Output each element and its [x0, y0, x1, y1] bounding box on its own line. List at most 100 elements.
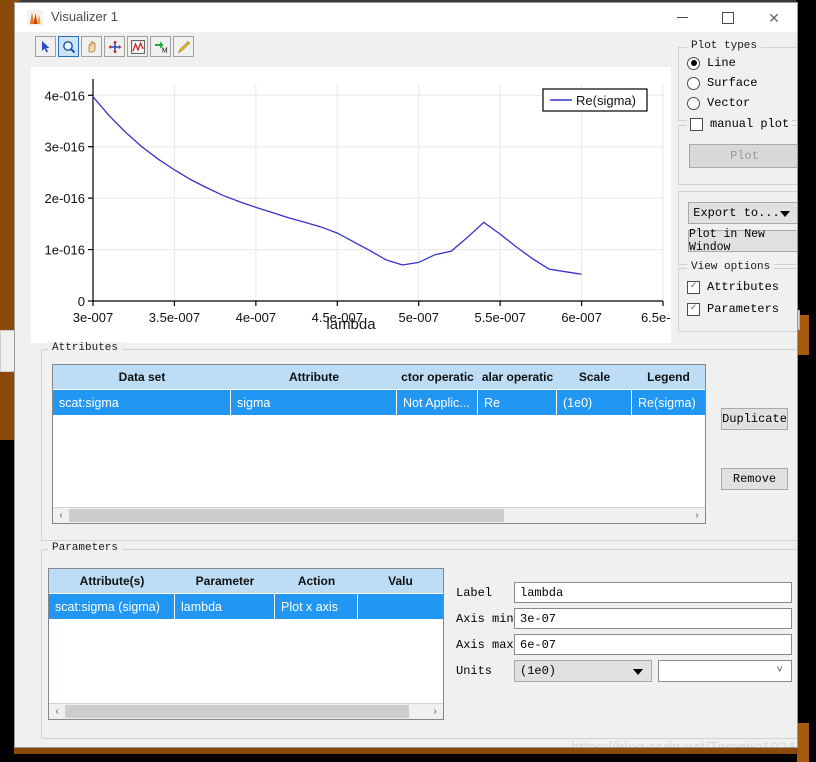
radio-line[interactable]: Line: [687, 56, 736, 70]
manual-plot-label: manual plot: [710, 117, 790, 131]
x-axis-label: lambda: [326, 316, 376, 333]
graph-tool-button[interactable]: [127, 36, 148, 57]
chevron-down-icon: [780, 211, 790, 217]
export-to-dropdown[interactable]: Export to...: [688, 202, 797, 224]
manual-plot-checkbox[interactable]: manual plot: [687, 117, 793, 131]
remove-button-label: Remove: [732, 472, 777, 486]
desktop-bottom-strip: [14, 748, 798, 754]
desktop-right-accent-lower: [797, 723, 809, 762]
radio-surface[interactable]: Surface: [687, 76, 757, 90]
svg-text:0: 0: [78, 294, 85, 309]
view-option-attributes[interactable]: ✓ Attributes: [687, 280, 779, 294]
attributes-scroll-thumb[interactable]: [69, 509, 504, 522]
attributes-scroll-right-icon[interactable]: ›: [689, 508, 705, 523]
close-icon: ✕: [768, 9, 780, 26]
attributes-scroll-left-icon[interactable]: ‹: [53, 508, 69, 523]
window-title: Visualizer 1: [51, 9, 118, 24]
svg-text:3e-016: 3e-016: [45, 140, 85, 155]
close-button[interactable]: ✕: [751, 3, 797, 32]
export-to-label: Export to...: [693, 206, 780, 220]
cell-param-value: [358, 594, 443, 619]
parameters-col-parameter: Parameter: [195, 574, 255, 588]
units-secondary-dropdown[interactable]: ˅: [658, 660, 792, 682]
parameters-checkbox-icon: ✓: [687, 302, 700, 316]
cell-param-parameter: lambda: [175, 594, 275, 619]
maximize-button[interactable]: [705, 3, 751, 32]
attributes-group: Attributes Data set Attribute ctor opera…: [41, 342, 797, 541]
plot-button-label: Plot: [730, 149, 759, 163]
units-form-row: Units (1e0) ˅: [456, 660, 792, 682]
radio-line-label: Line: [707, 56, 736, 70]
remove-button[interactable]: Remove: [721, 468, 788, 490]
view-option-parameters[interactable]: ✓ Parameters: [687, 302, 779, 316]
label-input[interactable]: lambda: [514, 582, 792, 603]
parameters-scroll-left-icon[interactable]: ‹: [49, 704, 65, 719]
axis-min-input[interactable]: 3e-07: [514, 608, 792, 629]
plot-in-new-window-button[interactable]: Plot in New Window: [688, 228, 797, 254]
pointer-tool-button[interactable]: [35, 36, 56, 57]
zoom-tool-button[interactable]: [58, 36, 79, 57]
units-secondary-chevron-down-icon: ˅: [776, 665, 783, 677]
fit-tool-button[interactable]: [104, 36, 125, 57]
parameters-table-header: Attribute(s) Parameter Action Valu: [49, 569, 443, 594]
attributes-col-dataset: Data set: [118, 370, 166, 384]
attributes-table-row[interactable]: scat:sigma sigma Not Applic... Re (1e0) …: [53, 390, 705, 415]
label-form-row: Label lambda: [456, 582, 792, 603]
minimize-icon: [676, 17, 688, 18]
cell-attribute: sigma: [231, 390, 397, 415]
plot-svg: 01e-0162e-0163e-0164e-0163e-007 3.5e-007 4…: [31, 67, 685, 343]
parameters-group: Parameters Attribute(s) Parameter Action…: [41, 542, 797, 739]
cell-legend: Re(sigma): [638, 395, 696, 410]
cell-scale: (1e0): [557, 390, 632, 415]
cell-vector-operation: Not Applic...: [397, 390, 478, 415]
app-flame-icon: [27, 10, 43, 26]
marker-tool-button[interactable]: M: [150, 36, 171, 57]
cell-scalar-operation: Re: [478, 390, 557, 415]
minimize-button[interactable]: [659, 3, 705, 32]
attributes-table[interactable]: Data set Attribute ctor operatic alar op…: [52, 364, 706, 524]
duplicate-button[interactable]: Duplicate: [721, 408, 788, 430]
hand-icon: [88, 40, 95, 52]
attributes-col-legend: Legend: [647, 370, 690, 384]
manual-plot-checkbox-icon: [690, 117, 703, 131]
plot-canvas[interactable]: 0 1e-016 2e-016 3e-016 4e-016 3e-007 3.5e-007 4…: [31, 67, 685, 343]
parameters-table[interactable]: Attribute(s) Parameter Action Valu scat:…: [48, 568, 444, 720]
magnifier-icon: [62, 40, 75, 53]
attributes-hscrollbar[interactable]: ‹ ›: [53, 507, 705, 523]
attributes-checkbox-icon: ✓: [687, 280, 700, 294]
radio-surface-label: Surface: [707, 76, 758, 90]
axis-max-input[interactable]: 6e-07: [514, 634, 792, 655]
pencil-icon: [177, 40, 190, 53]
parameters-table-row[interactable]: scat:sigma (sigma) lambda Plot x axis: [49, 594, 443, 619]
attributes-col-scale: Scale: [578, 370, 611, 384]
parameters-hscrollbar[interactable]: ‹ ›: [49, 703, 443, 719]
axis-min-form-row: Axis min 3e-07: [456, 608, 792, 629]
annotate-tool-button[interactable]: [173, 36, 194, 57]
pan-tool-button[interactable]: [81, 36, 102, 57]
radio-surface-icon: [687, 76, 700, 90]
parameters-col-action: Action: [297, 574, 336, 588]
cell-param-attributes: scat:sigma (sigma): [49, 594, 175, 619]
svg-text:1e-016: 1e-016: [45, 243, 85, 258]
units-dropdown[interactable]: (1e0): [514, 660, 652, 682]
attributes-table-header: Data set Attribute ctor operatic alar op…: [53, 365, 705, 390]
cell-param-action: Plot x axis: [275, 594, 358, 619]
axis-min-field-label: Axis min: [456, 611, 514, 626]
parameters-group-label: Parameters: [48, 542, 123, 554]
svg-text:4e-016: 4e-016: [45, 88, 85, 103]
window-titlebar[interactable]: Visualizer 1 ✕: [15, 3, 797, 33]
parameters-scroll-thumb[interactable]: [65, 705, 409, 718]
view-option-attributes-label: Attributes: [707, 280, 780, 294]
arrow-icon: [41, 40, 49, 52]
duplicate-button-label: Duplicate: [722, 412, 787, 426]
cell-dataset: scat:sigma: [53, 390, 231, 415]
visualizer-window: Visualizer 1 ✕ M 0 1e-016 2e-016 3e-016 …: [14, 2, 798, 748]
plot-types-group: Plot types Line Surface Vector: [678, 40, 797, 121]
parameters-scroll-right-icon[interactable]: ›: [427, 704, 443, 719]
svg-text:M: M: [161, 46, 168, 54]
maximize-icon: [722, 11, 734, 24]
svg-text:Re(sigma): Re(sigma): [576, 93, 636, 108]
plot-button[interactable]: Plot: [689, 144, 797, 168]
attributes-col-scalar-operation: alar operatic: [481, 370, 554, 384]
radio-vector[interactable]: Vector: [687, 96, 750, 110]
